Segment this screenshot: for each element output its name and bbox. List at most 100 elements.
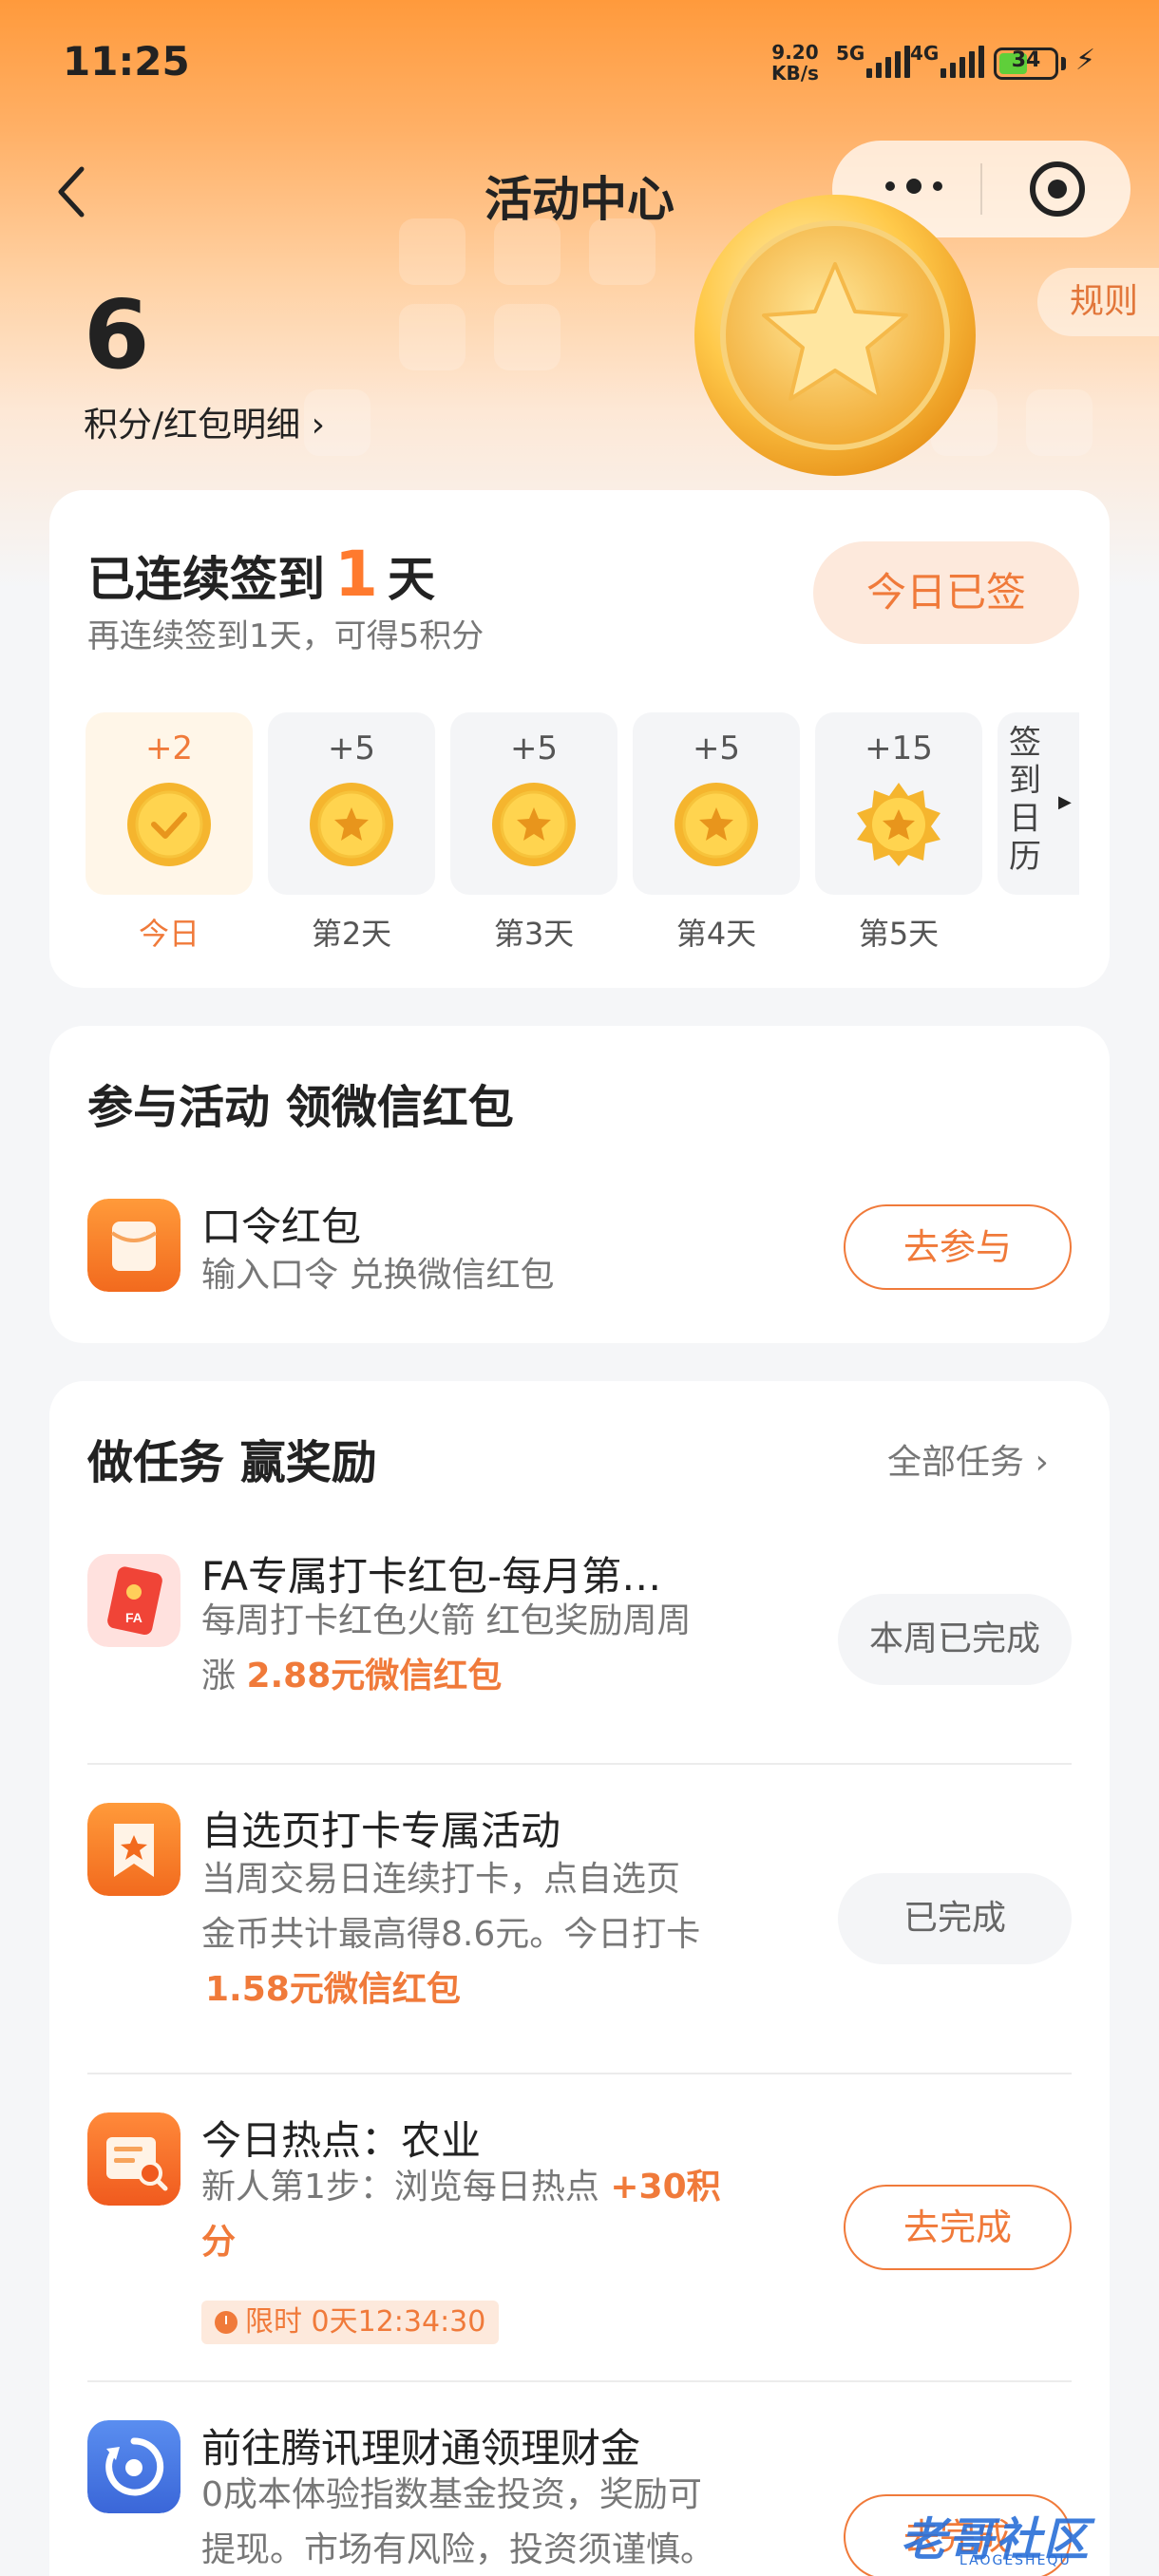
task-title: 前往腾讯理财通领理财金 (201, 2425, 641, 2472)
signal-4g-label: 4G (910, 42, 940, 65)
hero-decor-tile (1026, 389, 1092, 456)
checkin-day-box: +5 (268, 712, 435, 895)
checkin-day[interactable]: +2 今日 (86, 712, 253, 954)
checkin-day-label: 第5天 (858, 916, 940, 952)
status-bar: 11:25 9.20 KB/s 5G 4G 34 ⚡ (0, 0, 1159, 123)
bookmark-star-icon (87, 1803, 180, 1896)
star-coin-icon (674, 783, 758, 866)
task-desc-line: 涨 2.88元微信红包 (201, 1649, 771, 1704)
wealth-management-icon (87, 2420, 180, 2513)
signal-5g-icon (866, 44, 910, 78)
checkin-day-label: 第4天 (675, 916, 757, 952)
checkin-day-points: +5 (509, 729, 559, 767)
battery-icon: 34 (994, 47, 1058, 80)
capsule-divider (980, 163, 982, 215)
task-desc-line: 每周打卡红色火箭 红包奖励周周 (201, 1601, 692, 1640)
tasks-card: 做任务 赢奖励 全部任务 › FA FA专属打卡红包-每月第… 每周打卡红色火箭… (49, 1381, 1110, 2576)
streak-prefix: 已连续签到 (87, 552, 325, 607)
task-desc-line: 0成本体验指数基金投资，奖励可 (201, 2475, 702, 2514)
complete-task-button[interactable]: 去完成 (844, 2185, 1072, 2270)
checkin-day-label: 第2天 (311, 916, 392, 952)
battery-level: 34 (1011, 48, 1041, 72)
checkin-day-box: +5 (633, 712, 800, 895)
task-reward-highlight: 分 (201, 2223, 237, 2262)
checkin-day-box: +15 (815, 712, 982, 895)
hero-decor-tile (399, 304, 466, 370)
battery-tip (1061, 57, 1066, 70)
checkin-subtitle: 再连续签到1天，可得5积分 (87, 617, 484, 655)
network-speed: 9.20 KB/s (771, 42, 819, 84)
hero-decor-tile (494, 304, 560, 370)
signal-4g-icon (940, 44, 984, 78)
rules-button[interactable]: 规则 (1037, 268, 1159, 336)
hot-topic-search-icon (87, 2112, 180, 2206)
gold-star-coin-icon (694, 195, 976, 476)
task-desc-line: 金币共计最高得8.6元。今日打卡 (201, 1915, 701, 1954)
task-reward-highlight: +30积 (610, 2168, 721, 2207)
clock-icon (215, 2311, 238, 2334)
checkin-calendar-label: 签到日历 (1009, 724, 1041, 876)
join-activity-button[interactable]: 去参与 (844, 1204, 1072, 1290)
activity-item-title: 口令红包 (201, 1203, 362, 1250)
task-divider (87, 1763, 1072, 1765)
task-completed-button[interactable]: 已完成 (838, 1873, 1072, 1964)
checkin-day-box: +5 (450, 712, 618, 895)
checkin-streak: 已连续签到 1 天 (87, 538, 435, 611)
activity-card: 参与活动 领微信红包 口令红包 输入口令 兑换微信红包 去参与 (49, 1026, 1110, 1343)
task-desc-line: 新人第1步：浏览每日热点 +30积 (201, 2160, 771, 2215)
points-balance: 6 (84, 279, 150, 390)
task-desc-line: 当周交易日连续打卡，点自选页 (201, 1860, 681, 1899)
network-speed-unit: KB/s (771, 62, 819, 85)
streak-suffix: 天 (387, 552, 435, 607)
star-coin-icon (492, 783, 576, 866)
activity-item-desc: 输入口令 兑换微信红包 (201, 1256, 555, 1295)
checked-coin-icon (127, 783, 211, 866)
task-desc-text: 涨 (201, 1657, 247, 1695)
checkin-day-box: +2 (86, 712, 253, 895)
task-reward-highlight: 2.88元微信红包 (246, 1657, 503, 1695)
bonus-star-badge-icon (857, 783, 940, 866)
caret-right-icon: ▶ (1058, 792, 1072, 812)
task-desc: 新人第1步：浏览每日热点 +30积 分 (201, 2160, 771, 2270)
tasks-section-title: 做任务 赢奖励 (87, 1436, 377, 1489)
points-detail-link[interactable]: 积分/红包明细 › (84, 397, 325, 446)
checkin-card: 已连续签到 1 天 再连续签到1天，可得5积分 今日已签 +2 今日 +5 第2… (49, 490, 1110, 988)
site-watermark-sub: LAOGESHEQU (960, 2553, 1072, 2568)
task-desc-line: 提现。市场有风险，投资须谨慎。 (201, 2530, 715, 2569)
fa-red-envelope-icon: FA (87, 1554, 180, 1647)
red-envelope-icon (87, 1199, 180, 1292)
activity-section-title: 参与活动 领微信红包 (87, 1081, 514, 1134)
checkin-day-label: 第3天 (493, 916, 575, 952)
checkin-day[interactable]: +5 第2天 (268, 712, 435, 954)
task-desc-text: 新人第1步：浏览每日热点 (201, 2168, 611, 2207)
checkin-calendar-button[interactable]: 签到日历 ▶ (998, 712, 1079, 895)
checkin-day-points: +15 (864, 729, 933, 767)
limited-time-text: 限时 0天12:34:30 (245, 2305, 486, 2339)
task-divider (87, 2380, 1072, 2382)
checkin-days: +2 今日 +5 第2天 +5 第3天 +5 第4天 +15 第5天 签到日历 … (86, 712, 1079, 954)
checkin-day[interactable]: +5 第3天 (450, 712, 618, 954)
task-desc: 当周交易日连续打卡，点自选页 金币共计最高得8.6元。今日打卡 1.58元微信红… (201, 1852, 771, 2017)
star-coin-icon (310, 783, 393, 866)
checkin-day-points: +5 (692, 729, 741, 767)
task-desc: 0成本体验指数基金投资，奖励可 提现。市场有风险，投资须谨慎。 (201, 2468, 771, 2576)
signed-today-button[interactable]: 今日已签 (813, 541, 1079, 644)
target-icon[interactable] (1030, 161, 1085, 217)
signal-5g-label: 5G (836, 42, 865, 65)
task-title: 自选页打卡专属活动 (201, 1808, 561, 1854)
checkin-day-points: +2 (144, 729, 194, 767)
task-reward-highlight: 1.58元微信红包 (205, 1970, 461, 2009)
status-time: 11:25 (63, 38, 190, 85)
checkin-day-label: 今日 (138, 916, 200, 952)
network-speed-value: 9.20 (771, 41, 819, 64)
task-completed-button[interactable]: 本周已完成 (838, 1594, 1072, 1685)
checkin-day-points: +5 (327, 729, 376, 767)
svg-text:FA: FA (125, 1610, 142, 1625)
checkin-day[interactable]: +15 第5天 (815, 712, 982, 954)
all-tasks-link[interactable]: 全部任务 › (887, 1434, 1049, 1484)
task-title: 今日热点：农业 (201, 2117, 482, 2164)
task-divider (87, 2073, 1072, 2074)
limited-time-tag: 限时 0天12:34:30 (201, 2301, 500, 2344)
checkin-day[interactable]: +5 第4天 (633, 712, 800, 954)
task-desc: 每周打卡红色火箭 红包奖励周周 涨 2.88元微信红包 (201, 1594, 771, 1704)
